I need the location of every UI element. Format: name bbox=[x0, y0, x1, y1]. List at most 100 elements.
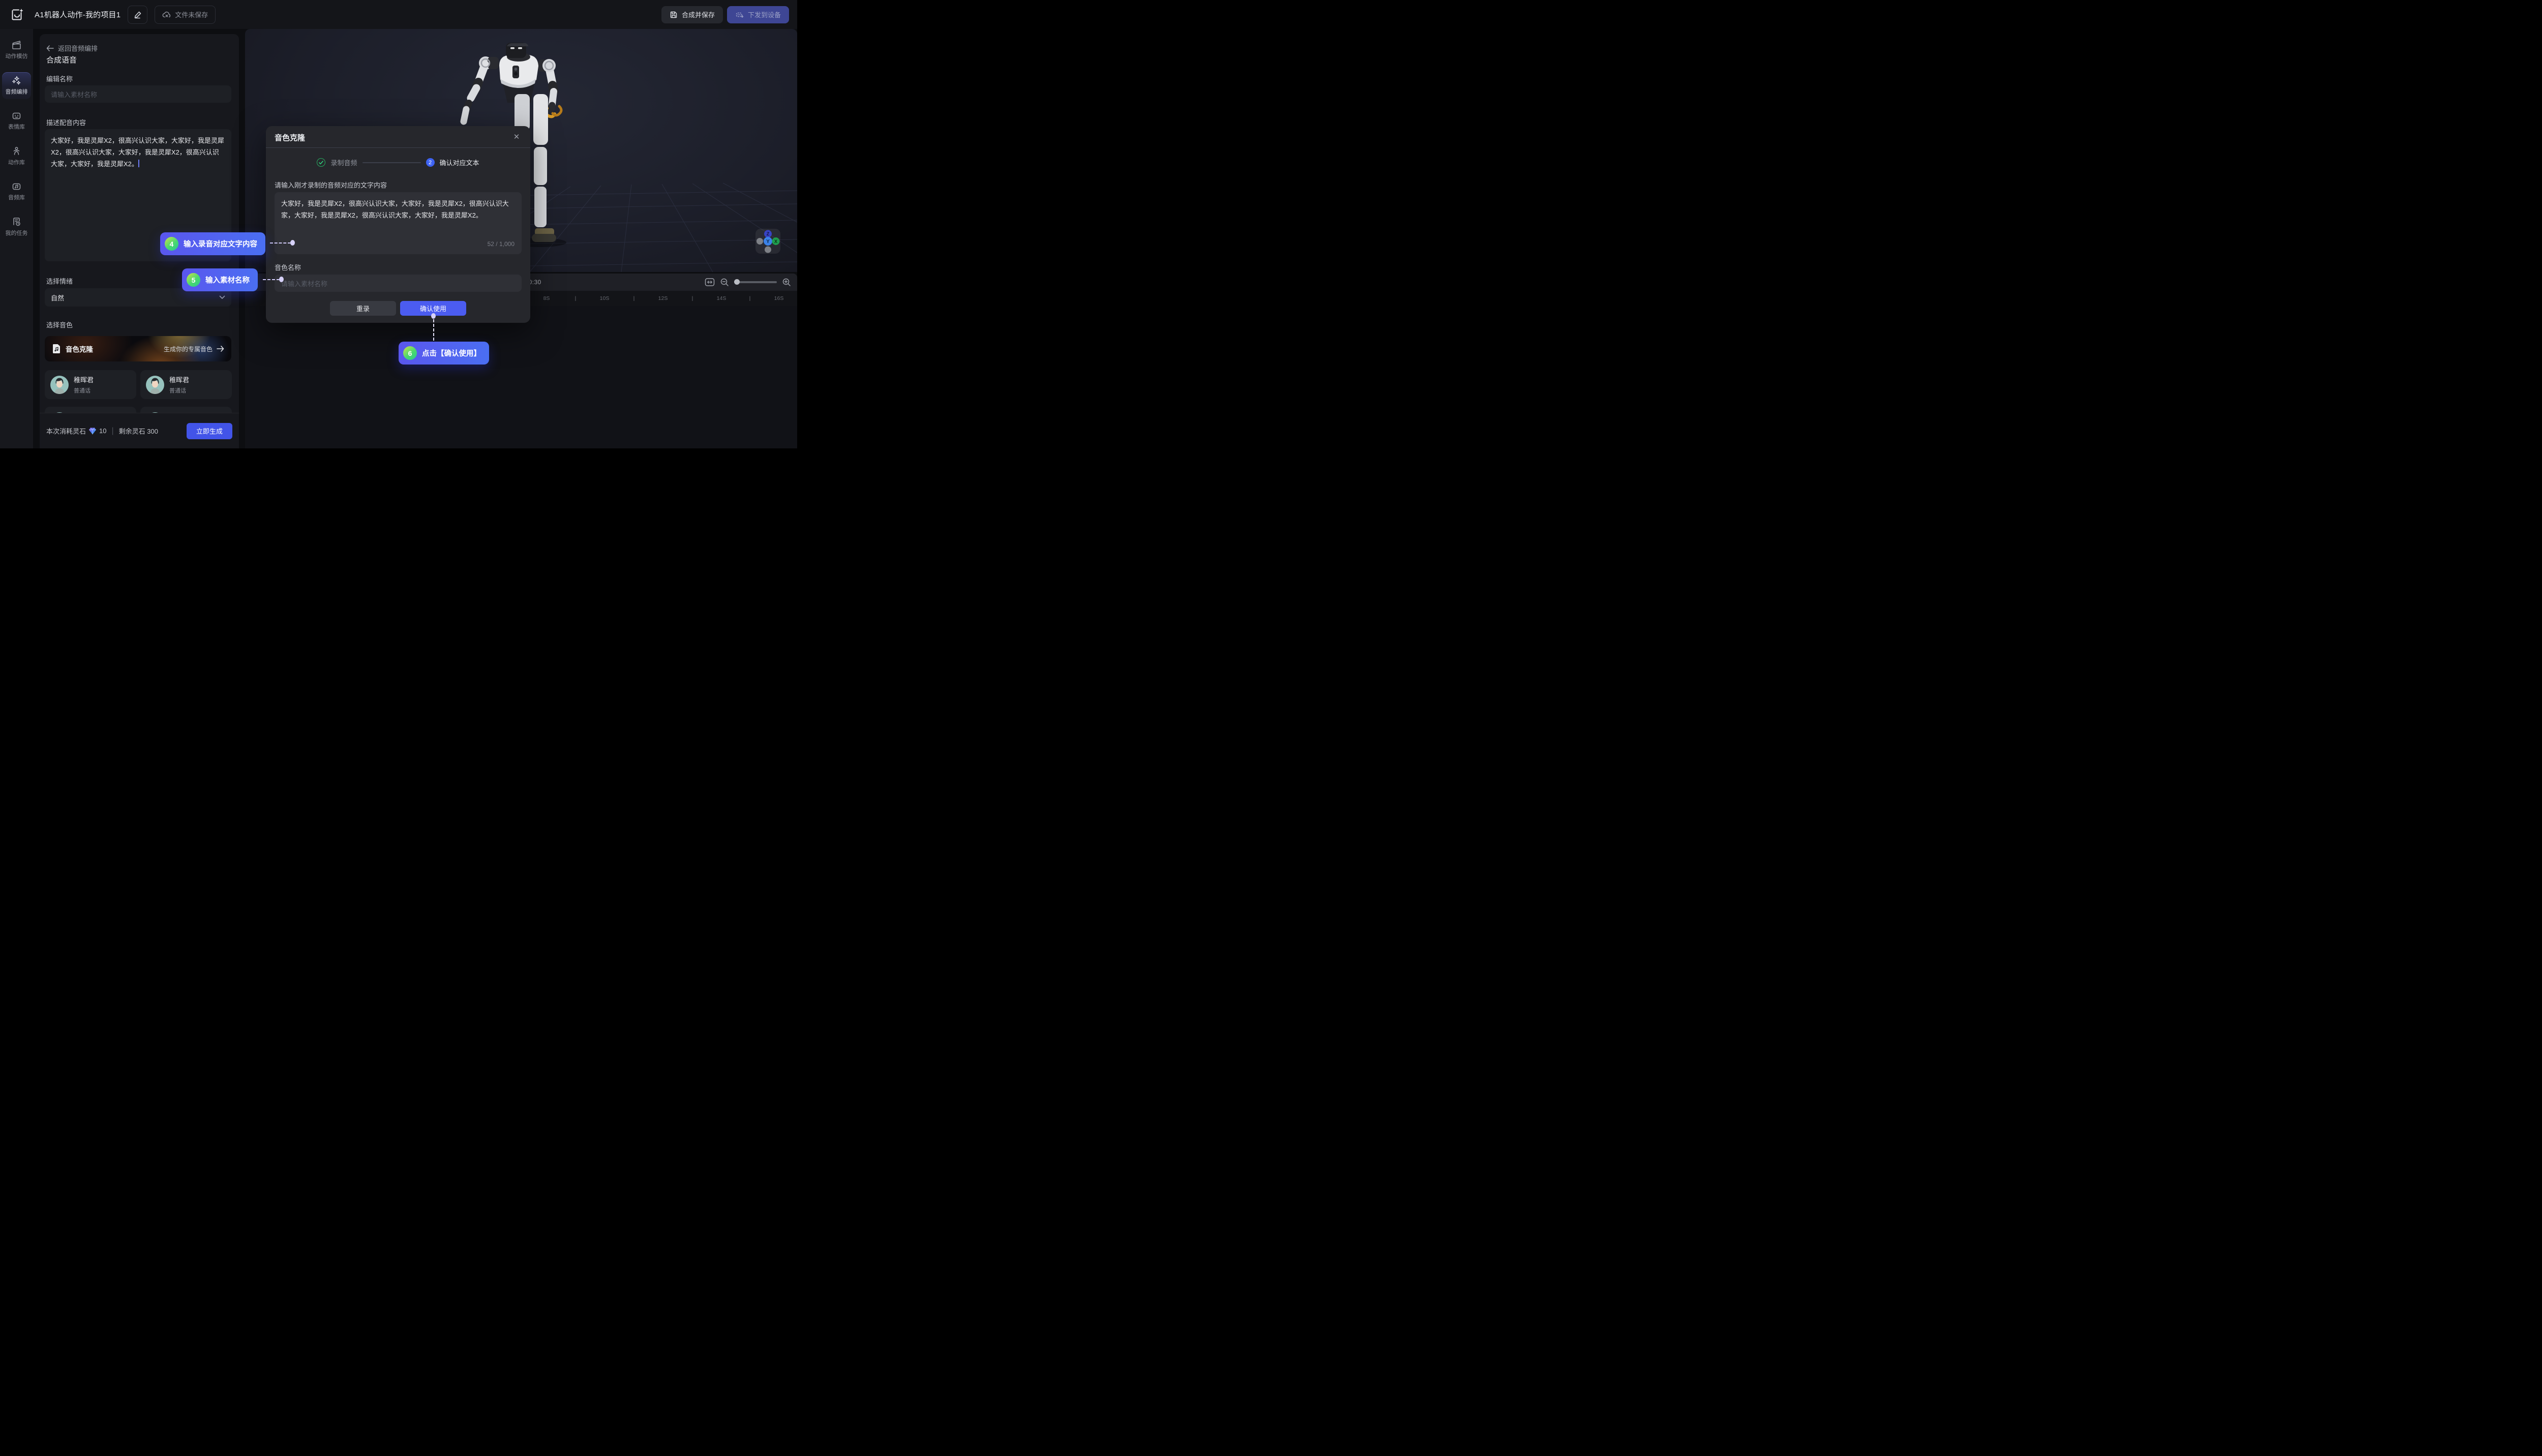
close-icon[interactable]: ✕ bbox=[510, 130, 523, 143]
viewport-axis-gizmo[interactable]: Z Y X bbox=[755, 229, 780, 254]
app-logo-icon bbox=[10, 8, 24, 22]
rerecord-button[interactable]: 重录 bbox=[330, 301, 396, 316]
gizmo-x-label: X bbox=[774, 239, 777, 244]
guide-step-6-tooltip: 6 点击【确认使用】 bbox=[399, 342, 489, 365]
transcript-char-counter: 52 / 1,000 bbox=[488, 238, 515, 250]
guide-connector-4-dot bbox=[290, 240, 295, 246]
footer-divider: | bbox=[111, 427, 113, 436]
dubbing-content-text: 大家好，我是灵犀X2，很高兴认识大家，大家好，我是灵犀X2，很高兴认识大家，大家… bbox=[51, 137, 224, 168]
step-connector bbox=[362, 162, 421, 163]
rename-project-button[interactable] bbox=[128, 6, 147, 24]
guide-step-4-label: 输入录音对应文字内容 bbox=[184, 238, 257, 249]
voice-card[interactable]: 稚晖君 普通话 bbox=[45, 370, 136, 399]
arrow-left-icon bbox=[46, 45, 54, 51]
modal-divider bbox=[266, 147, 530, 148]
back-label: 返回音频编排 bbox=[58, 43, 98, 53]
avatar bbox=[146, 376, 164, 394]
voice-name: 稚晖君 bbox=[169, 375, 189, 384]
arrow-right-icon bbox=[217, 346, 224, 352]
transcript-textarea[interactable]: 大家好，我是灵犀X2，很高兴认识大家，大家好，我是灵犀X2，很高兴认识大家，大家… bbox=[275, 192, 522, 254]
timeline-zoom-slider-handle[interactable] bbox=[734, 279, 740, 285]
voice-name-input[interactable]: 请输入素材名称 bbox=[275, 275, 522, 292]
zoom-in-icon[interactable] bbox=[782, 278, 791, 287]
sparkles-icon bbox=[12, 76, 22, 85]
voice-clone-banner-subtitle: 生成你的专属音色 bbox=[164, 345, 213, 353]
file-unsaved-status[interactable]: 文件未保存 bbox=[155, 6, 216, 24]
guide-step-4-tooltip: 4 输入录音对应文字内容 bbox=[160, 232, 265, 255]
timeline-tracks-area[interactable] bbox=[245, 306, 797, 448]
robot-download-icon bbox=[735, 11, 744, 19]
nav-item-motion-mimic[interactable]: 动作模仿 bbox=[2, 37, 31, 64]
gizmo-y-label: Y bbox=[766, 239, 770, 245]
voice-lang: 普通话 bbox=[74, 386, 94, 395]
nav-item-motion-library[interactable]: 动作库 bbox=[2, 143, 31, 170]
ruler-tick-label: 16S bbox=[774, 295, 784, 301]
ruler-tick-sep: | bbox=[749, 295, 751, 301]
figure-icon bbox=[12, 146, 21, 156]
gizmo-z-label: Z bbox=[767, 231, 770, 236]
zoom-out-icon[interactable] bbox=[720, 278, 729, 287]
text-cursor bbox=[138, 160, 139, 167]
gizmo-axis-neg-z[interactable] bbox=[765, 247, 771, 253]
ruler-tick-sep: | bbox=[633, 295, 635, 301]
timeline-zoom-slider[interactable] bbox=[734, 281, 777, 283]
guide-connector-5 bbox=[263, 279, 280, 280]
material-name-placeholder: 请输入素材名称 bbox=[51, 89, 97, 99]
step-done-check-icon bbox=[317, 158, 325, 167]
guide-step-5-label: 输入素材名称 bbox=[205, 275, 250, 285]
guide-connector-4 bbox=[270, 242, 291, 244]
transcript-label: 请输入刚才录制的音频对应的文字内容 bbox=[275, 180, 387, 190]
gizmo-axis-neg-x[interactable] bbox=[756, 238, 763, 245]
guide-step-6-number: 6 bbox=[403, 346, 417, 360]
save-icon bbox=[670, 11, 678, 19]
pencil-icon bbox=[134, 11, 142, 19]
chevron-down-icon bbox=[219, 295, 225, 299]
name-field-label: 编辑名称 bbox=[46, 74, 73, 83]
nav-label: 动作库 bbox=[8, 158, 25, 166]
deploy-to-device-button[interactable]: 下发到设备 bbox=[727, 6, 789, 23]
top-bar: A1机器人动作-我的项目1 文件未保存 合成并保存 bbox=[0, 0, 797, 29]
app-root: A1机器人动作-我的项目1 文件未保存 合成并保存 bbox=[0, 0, 797, 448]
transcript-text: 大家好，我是灵犀X2，很高兴认识大家，大家好，我是灵犀X2，很高兴认识大家，大家… bbox=[281, 200, 509, 219]
deploy-to-device-label: 下发到设备 bbox=[748, 10, 781, 19]
voice-clone-banner-title: 音色克隆 bbox=[66, 344, 93, 354]
synthesize-save-button[interactable]: 合成并保存 bbox=[661, 6, 723, 23]
fit-width-icon[interactable] bbox=[705, 278, 715, 287]
ruler-tick-label: 14S bbox=[717, 295, 727, 301]
modal-title: 音色克隆 bbox=[275, 132, 305, 143]
voice-card[interactable]: 稚晖君 普通话 bbox=[140, 370, 232, 399]
nav-item-expression-library[interactable]: 表情库 bbox=[2, 108, 31, 134]
emotion-field-label: 选择情绪 bbox=[46, 276, 73, 286]
guide-connector-5-dot bbox=[279, 277, 284, 282]
task-list-clock-icon bbox=[12, 217, 21, 227]
generate-footer: 本次消耗灵石 10 | 剩余灵石 300 立即生成 bbox=[40, 413, 239, 448]
voice-name: 稚晖君 bbox=[74, 375, 94, 384]
nav-item-audio-arrange[interactable]: 音频编排 bbox=[2, 72, 31, 99]
step-number-badge: 2 bbox=[426, 158, 435, 167]
voice-clone-banner[interactable]: 音色克隆 生成你的专属音色 bbox=[45, 336, 231, 361]
emotion-selected-value: 自然 bbox=[51, 293, 64, 302]
guide-step-4-number: 4 bbox=[165, 237, 178, 251]
audio-box-icon bbox=[12, 182, 21, 191]
cloud-unsaved-icon bbox=[162, 11, 171, 19]
back-to-audio-arrange[interactable]: 返回音频编排 bbox=[46, 43, 98, 53]
ruler-tick-label: 12S bbox=[658, 295, 668, 301]
cost-value: 10 bbox=[99, 427, 106, 435]
guide-step-5-number: 5 bbox=[187, 273, 200, 287]
nav-item-audio-library[interactable]: 音频库 bbox=[2, 178, 31, 205]
project-title: A1机器人动作-我的项目1 bbox=[35, 9, 120, 20]
material-name-input[interactable]: 请输入素材名称 bbox=[45, 85, 231, 103]
nav-label: 我的任务 bbox=[6, 229, 28, 237]
generate-now-button[interactable]: 立即生成 bbox=[187, 423, 232, 439]
nav-label: 音频编排 bbox=[6, 87, 28, 96]
modal-steps: 录制音频 2 确认对应文本 bbox=[266, 158, 530, 167]
guide-step-5-tooltip: 5 输入素材名称 bbox=[182, 268, 258, 291]
step-record-label: 录制音频 bbox=[330, 158, 357, 167]
nav-item-my-tasks[interactable]: 我的任务 bbox=[2, 214, 31, 240]
generate-now-label: 立即生成 bbox=[196, 428, 223, 435]
voice-name-placeholder: 请输入素材名称 bbox=[281, 279, 327, 288]
voice-field-label: 选择音色 bbox=[46, 320, 73, 329]
cost-label: 本次消耗灵石 bbox=[46, 426, 86, 436]
remaining-gems: 剩余灵石 300 bbox=[119, 426, 158, 436]
rerecord-label: 重录 bbox=[356, 305, 370, 313]
